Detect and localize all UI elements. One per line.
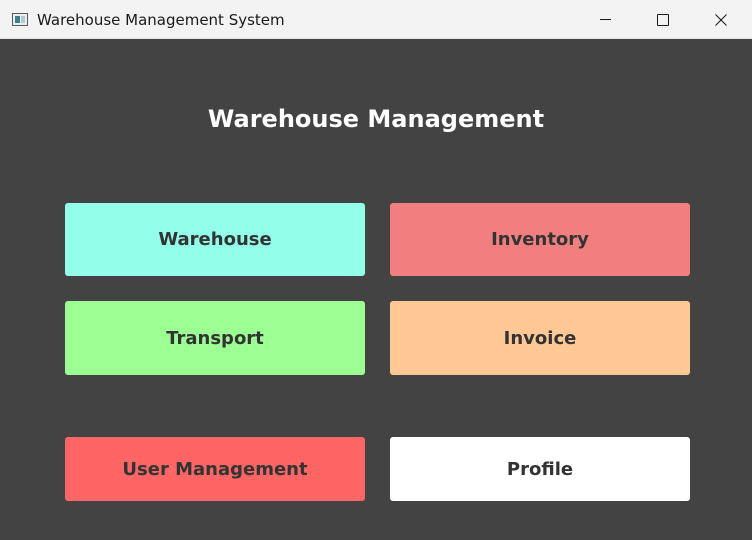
minimize-button[interactable] bbox=[576, 0, 634, 39]
user-management-button[interactable]: User Management bbox=[65, 437, 365, 501]
transport-button-label: Transport bbox=[166, 327, 264, 349]
app-window: Warehouse Management System Warehouse Ma… bbox=[0, 0, 752, 540]
maximize-icon bbox=[657, 13, 669, 26]
invoice-button-label: Invoice bbox=[503, 327, 577, 349]
window-title: Warehouse Management System bbox=[37, 11, 285, 29]
profile-button-label: Profile bbox=[506, 458, 574, 480]
maximize-button[interactable] bbox=[634, 0, 692, 39]
main-panel: Warehouse Management Warehouse Inventory… bbox=[0, 39, 752, 540]
inventory-button-label: Inventory bbox=[491, 229, 589, 250]
close-icon bbox=[715, 13, 727, 26]
profile-button[interactable]: Profile bbox=[390, 437, 690, 501]
page-title: Warehouse Management bbox=[207, 105, 545, 133]
warehouse-button-label: Warehouse bbox=[158, 229, 272, 250]
invoice-button[interactable]: Invoice bbox=[390, 301, 690, 375]
inventory-button[interactable]: Inventory bbox=[390, 203, 690, 276]
user-management-button-label: User Management bbox=[122, 458, 308, 480]
close-button[interactable] bbox=[692, 0, 750, 39]
app-window-icon bbox=[12, 13, 28, 26]
minimize-icon bbox=[599, 19, 611, 20]
transport-button[interactable]: Transport bbox=[65, 301, 365, 375]
warehouse-button[interactable]: Warehouse bbox=[65, 203, 365, 276]
title-bar[interactable]: Warehouse Management System bbox=[0, 0, 752, 39]
